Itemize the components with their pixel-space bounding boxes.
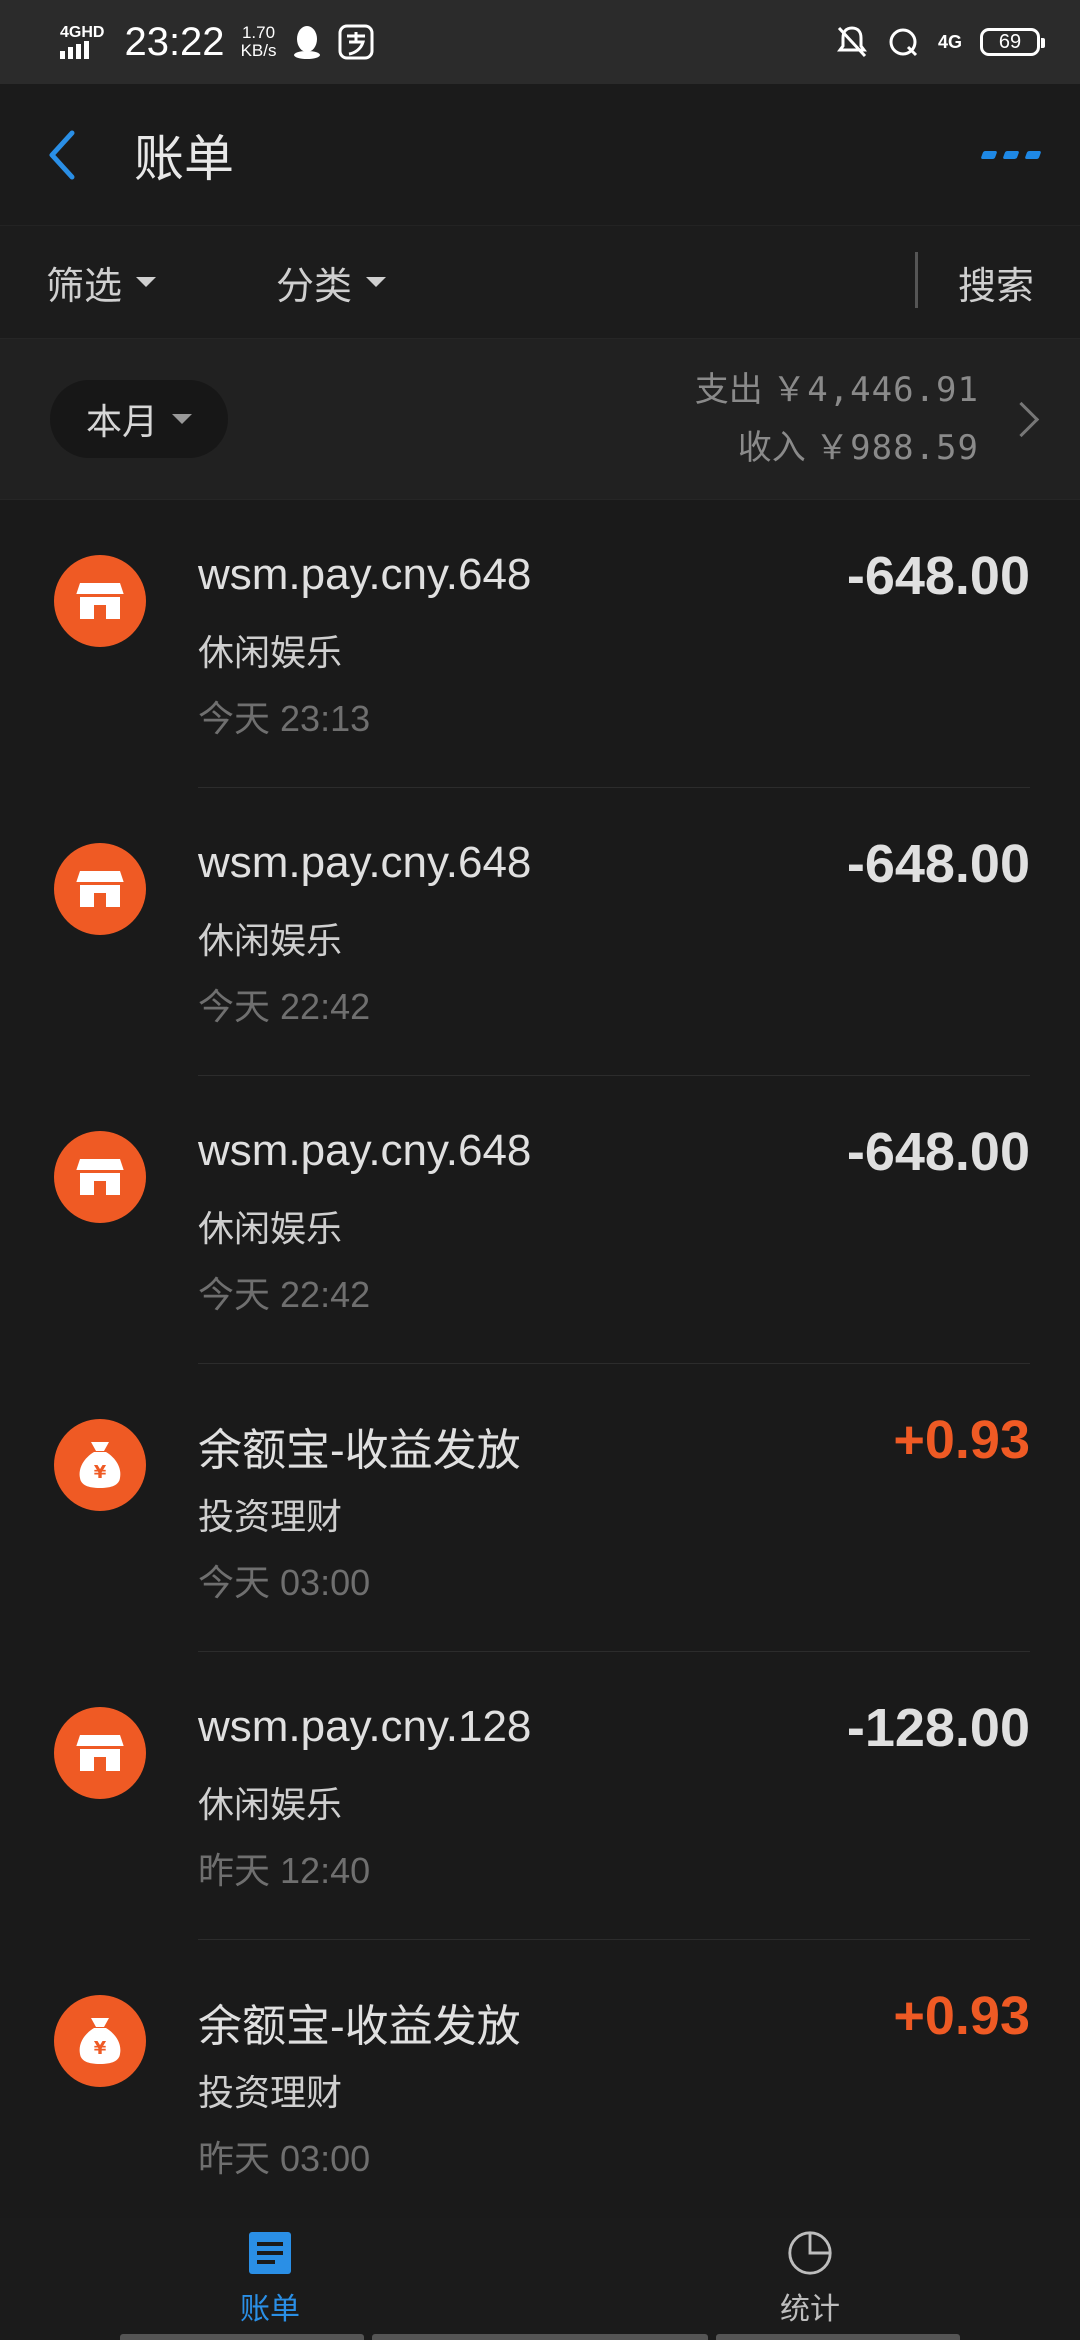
transaction-time: 今天 22:42 [198, 986, 371, 1027]
transaction-time: 今天 03:00 [198, 1562, 371, 1603]
merchant-name: wsm.pay.cny.648 [198, 550, 532, 599]
filter-dropdown[interactable]: 筛选 [46, 255, 157, 310]
merchant-name: wsm.pay.cny.648 [198, 838, 532, 887]
transaction-amount: +0.93 [893, 1410, 1030, 1470]
merchant-name: wsm.pay.cny.648 [198, 1126, 532, 1175]
mobile-data-4g: 4G [937, 32, 962, 52]
status-bar: 4GHD 23:22 1.70 KB/s 4G 69 [0, 0, 1080, 84]
sync-icon [889, 28, 918, 57]
tab-statistics[interactable]: 统计 [540, 2218, 1080, 2328]
app-header: 账单 [0, 84, 1080, 226]
mute-icon [836, 26, 867, 58]
summary-totals: 支出 ￥4,446.91 收入 ￥988.59 [695, 361, 979, 477]
battery-icon: 69 [980, 28, 1045, 56]
filter-bar: 筛选 分类 搜索 [0, 226, 1080, 338]
network-type: 4GHD [60, 24, 105, 41]
category-dropdown[interactable]: 分类 [276, 255, 387, 310]
merchant-name: 余额宝-收益发放 [198, 2002, 521, 2051]
shop-icon [54, 843, 146, 935]
transaction-row[interactable]: ¥ 余额宝-收益发放投资理财昨天 03:00 +0.93 [0, 1940, 1080, 2228]
money-bag-icon: ¥ [54, 1995, 146, 2087]
caret-down-icon [172, 414, 193, 424]
monthly-summary[interactable]: 本月 支出 ￥4,446.91 收入 ￥988.59 [0, 338, 1080, 500]
transaction-category: 投资理财 [198, 1496, 343, 1537]
transaction-amount: -128.00 [846, 1698, 1030, 1758]
alipay-icon [338, 24, 374, 60]
system-nav-bar [0, 2328, 1080, 2340]
period-selector[interactable]: 本月 [50, 380, 229, 458]
tab-bill[interactable]: 账单 [0, 2218, 540, 2328]
page-title: 账单 [134, 130, 234, 187]
income-label: 收入 [737, 429, 806, 467]
transaction-row[interactable]: ¥ 余额宝-收益发放投资理财今天 03:00 +0.93 [0, 1364, 1080, 1652]
search-button[interactable]: 搜索 [958, 255, 1034, 310]
transaction-list: wsm.pay.cny.648 休闲娱乐 今天 23:13 -648.00 wsm.pa… [0, 500, 1080, 2228]
caret-down-icon [366, 277, 387, 287]
category-label: 分类 [276, 265, 353, 308]
signal-strength-icon: 4GHD [60, 25, 104, 59]
transaction-row[interactable]: wsm.pay.cny.648 休闲娱乐今天 22:42 -648.00 [0, 788, 1080, 1076]
qq-icon [294, 26, 321, 59]
filter-label: 筛选 [46, 265, 123, 308]
transaction-category: 休闲娱乐 [198, 1784, 343, 1825]
svg-text:¥: ¥ [94, 1462, 107, 1483]
transaction-time: 昨天 12:40 [198, 1850, 371, 1891]
transaction-row[interactable]: wsm.pay.cny.648 休闲娱乐今天 22:42 -648.00 [0, 1076, 1080, 1364]
caret-down-icon [136, 277, 157, 287]
shop-icon [54, 1131, 146, 1223]
battery-level: 69 [998, 30, 1022, 53]
transaction-category: 休闲娱乐 [198, 632, 343, 673]
transaction-time: 今天 23:13 [198, 698, 371, 739]
income-amount: ￥988.59 [815, 428, 979, 468]
transaction-amount: +0.93 [893, 1986, 1030, 2046]
bill-icon [249, 2232, 291, 2274]
transaction-amount: -648.00 [846, 1122, 1030, 1182]
tab-label: 账单 [240, 2293, 300, 2326]
transaction-row[interactable]: wsm.pay.cny.648 休闲娱乐今天 23:13 -648.00 [0, 500, 1080, 788]
chevron-right-icon [1003, 401, 1040, 437]
shop-icon [54, 1707, 146, 1799]
money-bag-icon: ¥ [54, 1419, 146, 1511]
period-label: 本月 [86, 401, 159, 442]
transaction-amount: -648.00 [846, 834, 1030, 894]
expense-label: 支出 [694, 371, 763, 409]
transaction-category: 投资理财 [198, 2072, 343, 2113]
transaction-category: 休闲娱乐 [198, 920, 343, 961]
tab-label: 统计 [780, 2293, 840, 2326]
network-speed: 1.70 KB/s [240, 23, 277, 60]
expense-amount: ￥4,446.91 [772, 370, 979, 410]
transaction-time: 昨天 03:00 [198, 2138, 371, 2179]
back-arrow-icon[interactable] [46, 125, 86, 185]
bottom-tab-bar: 账单 统计 [0, 2218, 1080, 2328]
svg-text:¥: ¥ [94, 2038, 107, 2059]
merchant-name: wsm.pay.cny.128 [198, 1702, 532, 1751]
merchant-name: 余额宝-收益发放 [198, 1426, 521, 1475]
more-options-icon[interactable] [980, 150, 1042, 159]
transaction-time: 今天 22:42 [198, 1274, 371, 1315]
pie-chart-icon [788, 2231, 832, 2275]
clock: 23:22 [124, 19, 225, 64]
transaction-amount: -648.00 [846, 546, 1030, 606]
divider [915, 252, 918, 308]
shop-icon [54, 555, 146, 647]
transaction-row[interactable]: wsm.pay.cny.128 休闲娱乐昨天 12:40 -128.00 [0, 1652, 1080, 1940]
transaction-category: 休闲娱乐 [198, 1208, 343, 1249]
